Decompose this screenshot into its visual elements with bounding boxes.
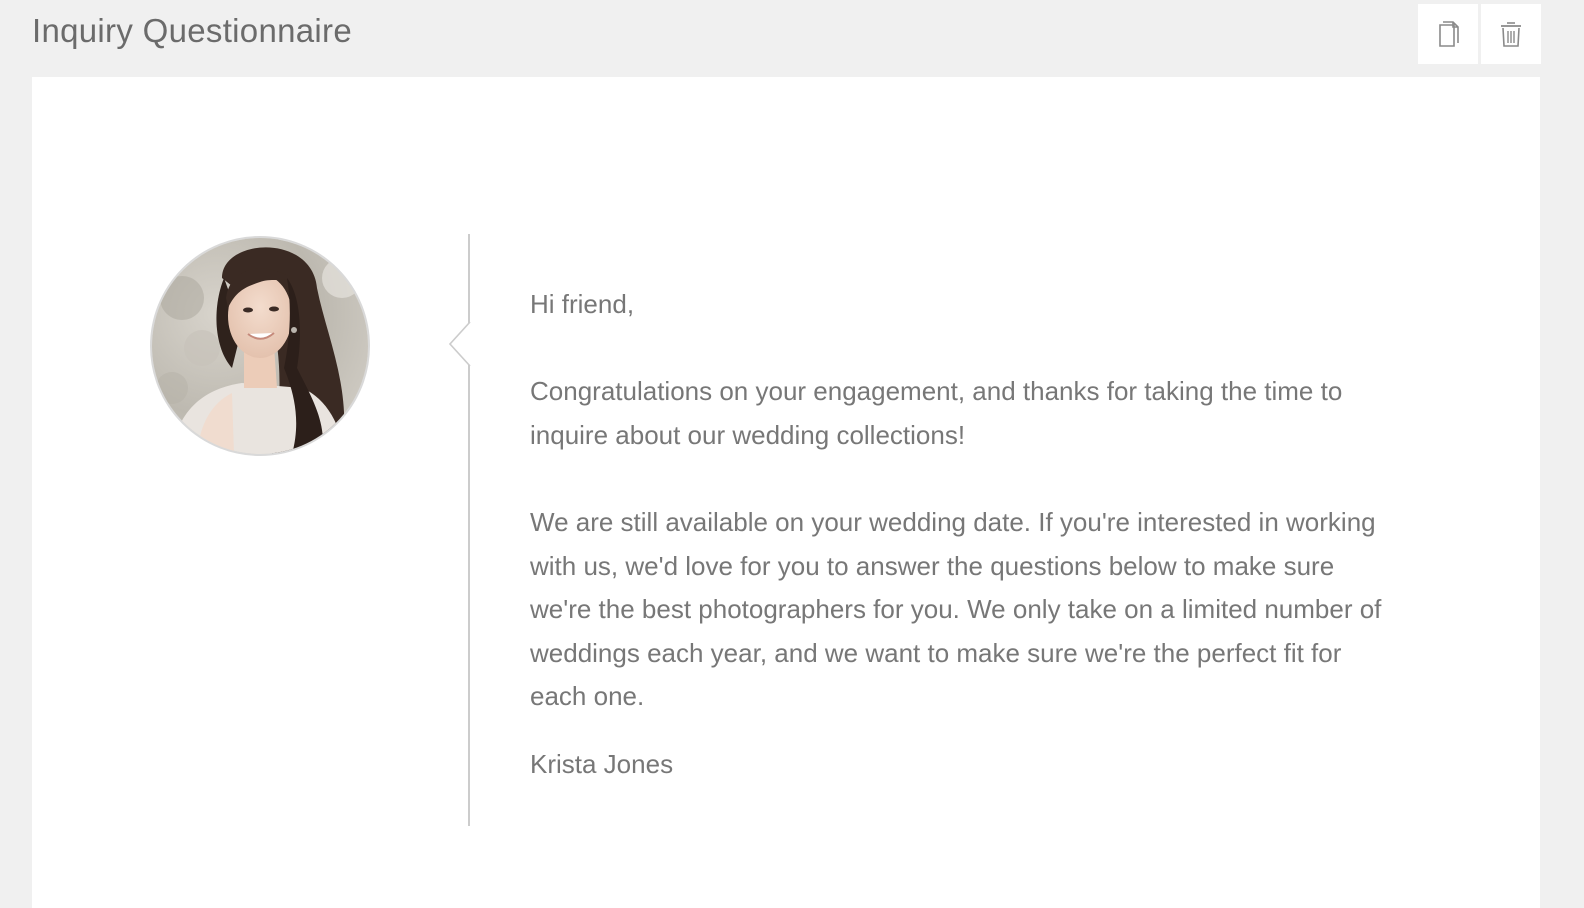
copy-button[interactable] [1418, 4, 1478, 64]
message-paragraph: Congratulations on your engagement, and … [530, 376, 1343, 450]
signature: Krista Jones [530, 748, 674, 779]
speech-pointer [448, 322, 471, 366]
avatar [150, 236, 370, 456]
trash-icon [1501, 22, 1521, 47]
questionnaire-card: Hi friend, Congratulations on your engag… [32, 77, 1540, 908]
message-paragraph: We are still available on your wedding d… [530, 506, 1382, 712]
greeting-text: Hi friend, [530, 289, 635, 319]
message-body: Hi friend, Congratulations on your engag… [530, 283, 1390, 787]
header-bar: Inquiry Questionnaire [0, 0, 1584, 76]
page-title: Inquiry Questionnaire [32, 12, 352, 49]
profile-photo [152, 238, 368, 454]
delete-button[interactable] [1481, 4, 1541, 64]
copy-icon [1439, 21, 1459, 47]
